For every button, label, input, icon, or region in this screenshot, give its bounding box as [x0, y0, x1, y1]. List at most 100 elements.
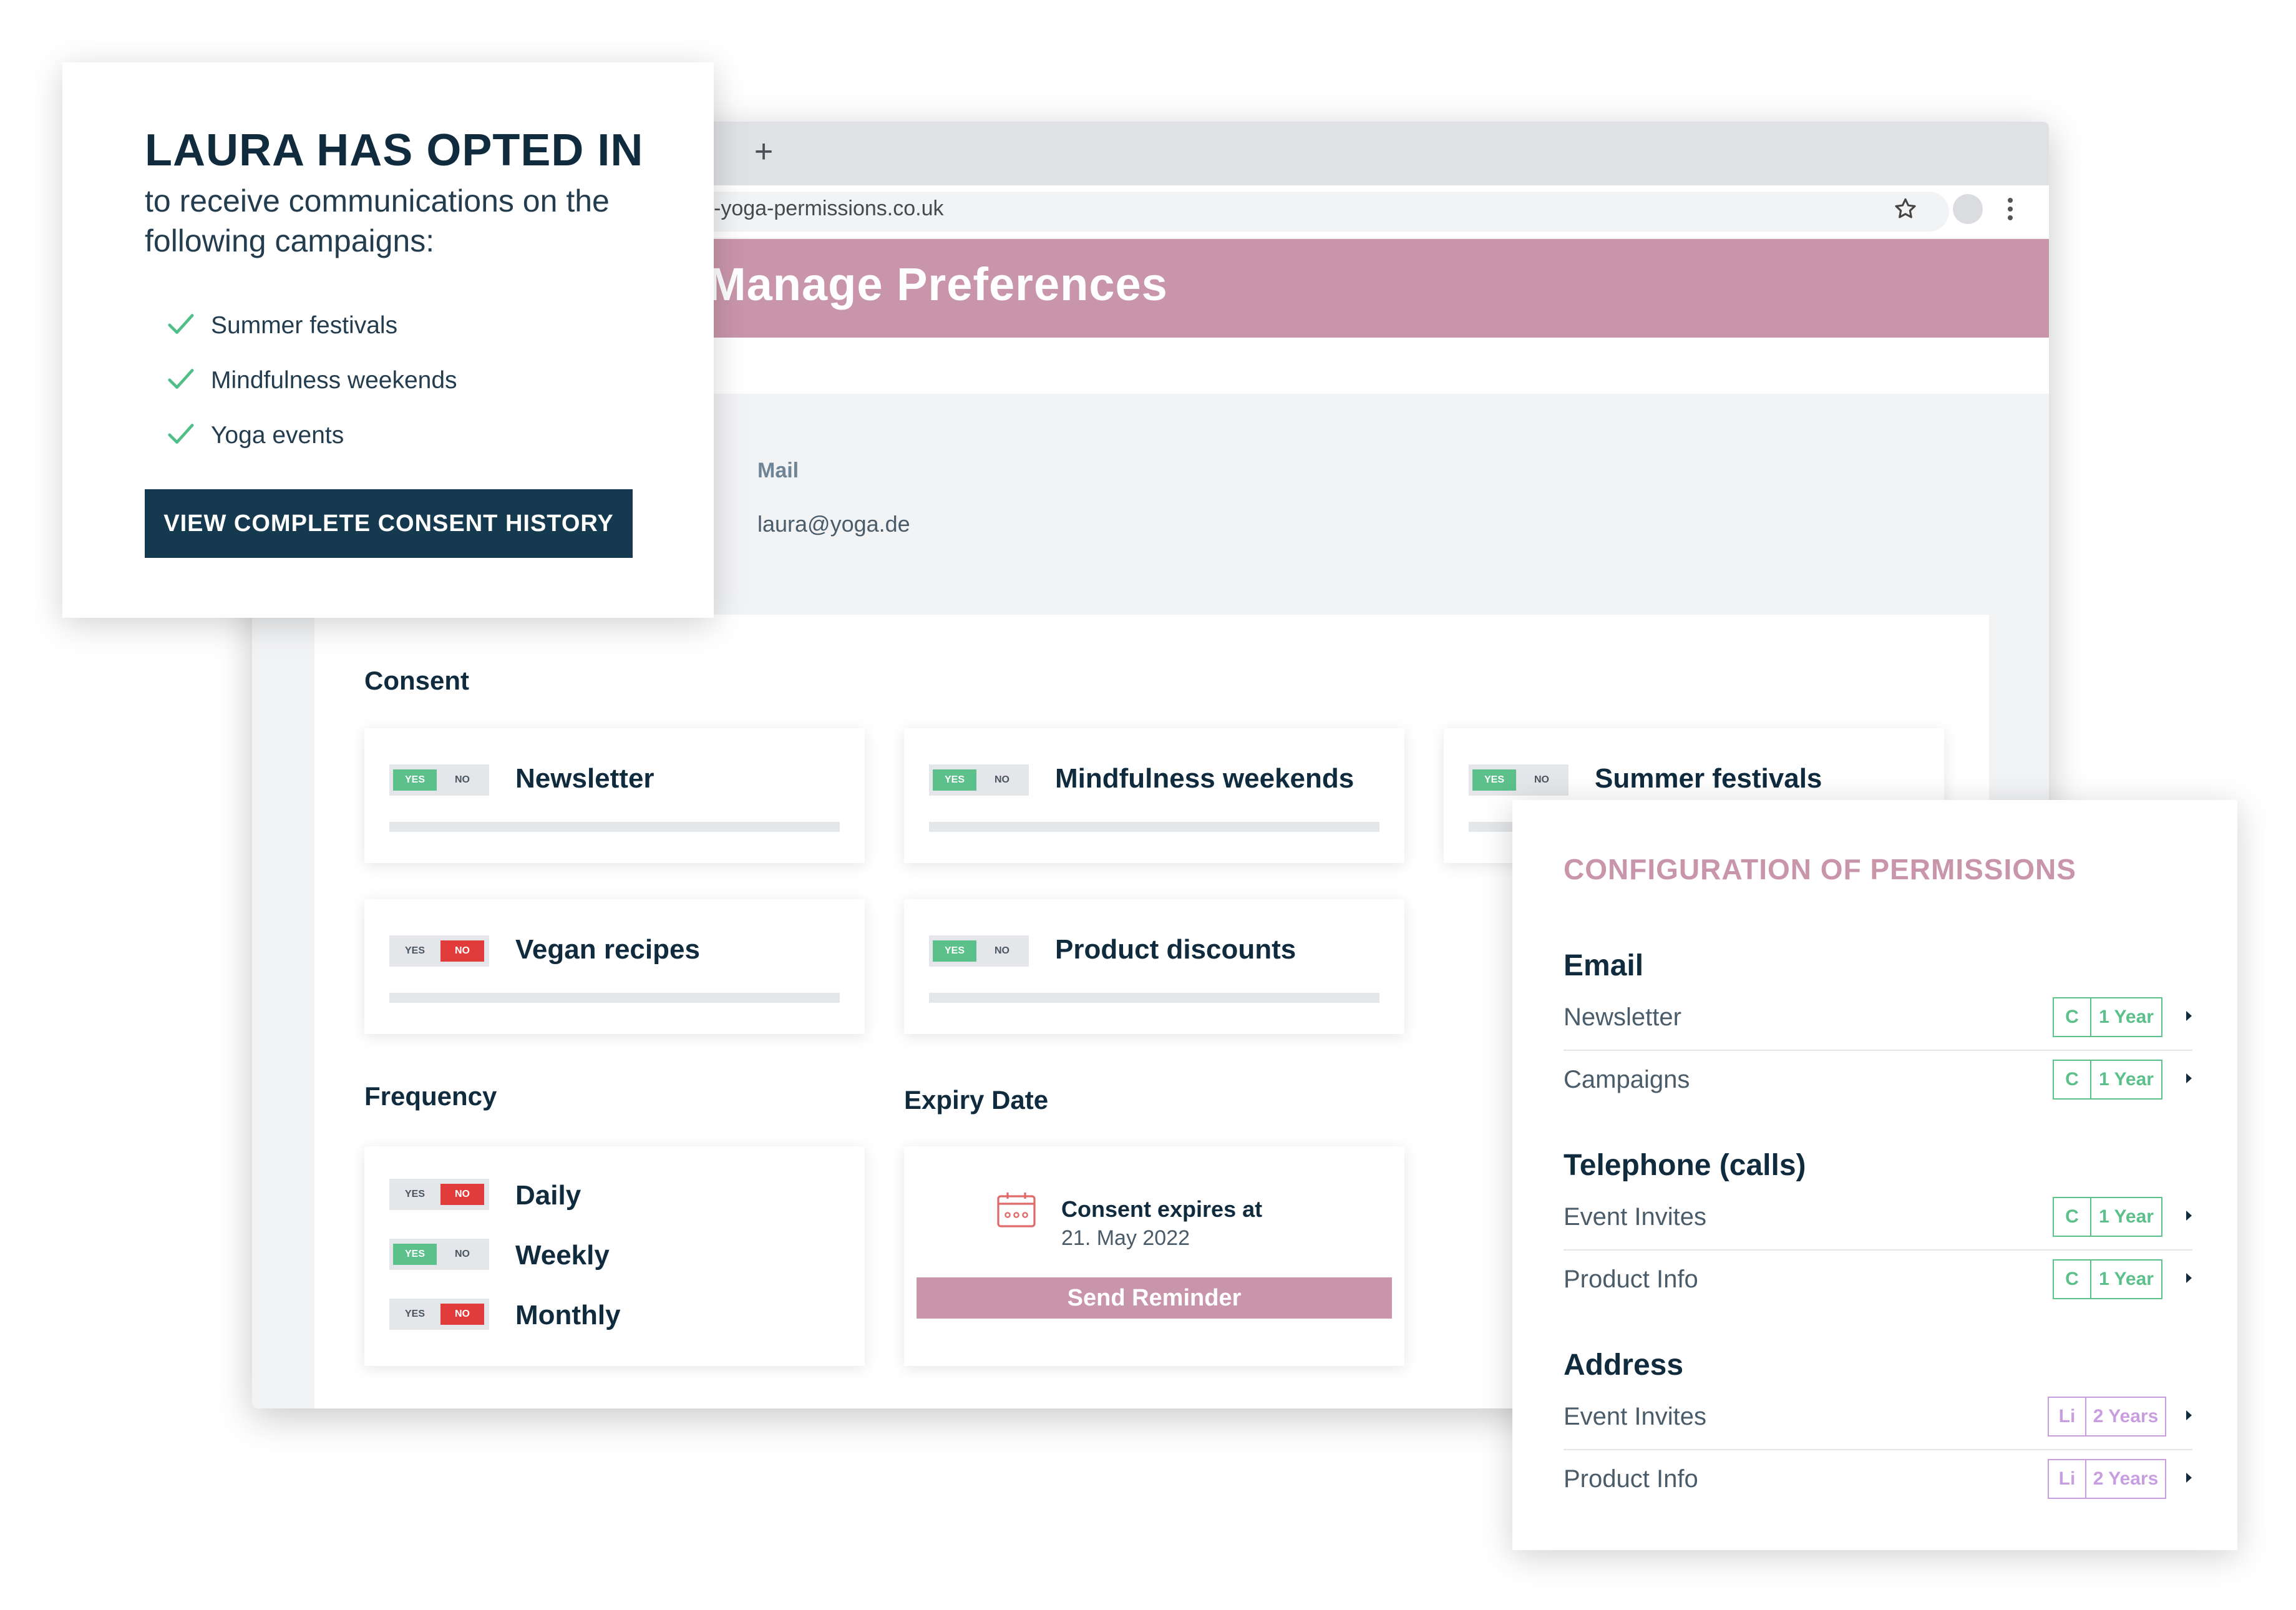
- permission-label: Event Invites: [1564, 1403, 1707, 1430]
- permission-row[interactable]: Event Invites Li 2 Years: [1564, 1387, 2192, 1450]
- consent-bar: [389, 993, 840, 1003]
- toggle-yes[interactable]: YES: [933, 940, 976, 962]
- consent-toggle[interactable]: YES NO: [929, 764, 1029, 796]
- badge-code: Li: [2049, 1460, 2086, 1498]
- consent-bar: [929, 822, 1379, 832]
- toggle-yes[interactable]: YES: [393, 1304, 437, 1325]
- frequency-card: YES NO Daily YES NO Weekly YES NO Monthl…: [364, 1146, 865, 1366]
- permission-badge: Li 2 Years: [2048, 1397, 2166, 1437]
- consent-card-newsletter: YES NO Newsletter: [364, 728, 865, 863]
- frequency-row-daily: YES NO Daily: [364, 1179, 865, 1216]
- opted-in-item-label: Summer festivals: [211, 312, 398, 339]
- badge-code: C: [2054, 998, 2091, 1036]
- expand-arrow-icon[interactable]: [2186, 1011, 2192, 1021]
- permission-badge: C 1 Year: [2053, 997, 2162, 1037]
- permission-label: Campaigns: [1564, 1066, 1690, 1093]
- expiry-date: 21. May 2022: [1061, 1226, 1190, 1250]
- expand-arrow-icon[interactable]: [2186, 1410, 2192, 1420]
- profile-avatar-icon[interactable]: [1953, 194, 1983, 224]
- consent-heading: Consent: [364, 666, 469, 695]
- mail-value: laura@yoga.de: [757, 511, 910, 537]
- consent-bar: [389, 822, 840, 832]
- opted-in-subtitle: to receive communications on the followi…: [145, 183, 610, 258]
- permissions-title: CONFIGURATION OF PERMISSIONS: [1564, 853, 2076, 886]
- consent-toggle[interactable]: YES NO: [1469, 764, 1569, 796]
- send-reminder-button[interactable]: Send Reminder: [917, 1277, 1392, 1319]
- frequency-label: Daily: [515, 1180, 581, 1211]
- view-consent-history-button[interactable]: VIEW COMPLETE CONSENT HISTORY: [145, 489, 633, 558]
- toggle-no[interactable]: NO: [440, 1304, 484, 1325]
- opted-in-title: LAURA HAS OPTED IN: [145, 125, 644, 175]
- consent-toggle[interactable]: YES NO: [929, 935, 1029, 967]
- consent-toggle[interactable]: YES NO: [389, 764, 489, 796]
- consent-label: Product discounts: [1055, 934, 1296, 965]
- consent-card-mindfulness: YES NO Mindfulness weekends: [904, 728, 1404, 863]
- page-title: Manage Preferences: [708, 258, 1168, 310]
- opted-in-card: LAURA HAS OPTED IN to receive communicat…: [62, 62, 714, 618]
- permission-badge: C 1 Year: [2053, 1197, 2162, 1237]
- calendar-icon: [997, 1193, 1036, 1227]
- opted-in-item-label: Yoga events: [211, 422, 344, 449]
- toggle-no[interactable]: NO: [440, 1184, 484, 1205]
- new-tab-button[interactable]: +: [745, 133, 782, 170]
- expand-arrow-icon[interactable]: [2186, 1273, 2192, 1283]
- permission-row[interactable]: Newsletter C 1 Year: [1564, 987, 2192, 1051]
- badge-duration: 1 Year: [2099, 1069, 2154, 1090]
- consent-label: Newsletter: [515, 763, 654, 794]
- toggle-yes[interactable]: YES: [393, 940, 437, 962]
- badge-duration: 1 Year: [2099, 1206, 2154, 1227]
- badge-code: C: [2054, 1061, 2091, 1098]
- toggle-no[interactable]: NO: [440, 769, 484, 791]
- more-menu-icon[interactable]: [2003, 194, 2018, 227]
- permission-label: Product Info: [1564, 1465, 1698, 1493]
- frequency-toggle[interactable]: YES NO: [389, 1239, 489, 1270]
- consent-label: Vegan recipes: [515, 934, 700, 965]
- toggle-yes[interactable]: YES: [393, 1244, 437, 1265]
- frequency-heading: Frequency: [364, 1081, 497, 1111]
- toggle-yes[interactable]: YES: [393, 769, 437, 791]
- toggle-yes[interactable]: YES: [393, 1184, 437, 1205]
- badge-code: C: [2054, 1198, 2091, 1236]
- expiry-title: Consent expires at: [1061, 1196, 1263, 1222]
- permission-row[interactable]: Event Invites C 1 Year: [1564, 1187, 2192, 1251]
- frequency-row-weekly: YES NO Weekly: [364, 1239, 865, 1276]
- permission-group-email: Email: [1564, 949, 1644, 982]
- consent-card-vegan-recipes: YES NO Vegan recipes: [364, 899, 865, 1034]
- opted-in-item-label: Mindfulness weekends: [211, 367, 457, 394]
- badge-duration: 2 Years: [2093, 1468, 2159, 1489]
- permission-row[interactable]: Product Info C 1 Year: [1564, 1249, 2192, 1312]
- frequency-label: Monthly: [515, 1300, 621, 1330]
- bookmark-star-icon[interactable]: [1892, 195, 1919, 223]
- check-icon: [168, 314, 194, 334]
- permission-group-address: Address: [1564, 1349, 1684, 1382]
- frequency-toggle[interactable]: YES NO: [389, 1179, 489, 1210]
- toggle-yes[interactable]: YES: [933, 769, 976, 791]
- consent-bar: [929, 993, 1379, 1003]
- permission-badge: Li 2 Years: [2048, 1459, 2166, 1499]
- toggle-no[interactable]: NO: [980, 769, 1024, 791]
- mail-label: Mail: [757, 459, 799, 482]
- permission-badge: C 1 Year: [2053, 1060, 2162, 1100]
- toggle-no[interactable]: NO: [980, 940, 1024, 962]
- toggle-no[interactable]: NO: [1520, 769, 1564, 791]
- consent-toggle[interactable]: YES NO: [389, 935, 489, 967]
- badge-duration: 2 Years: [2093, 1406, 2159, 1427]
- badge-duration: 1 Year: [2099, 1269, 2154, 1289]
- consent-label: Mindfulness weekends: [1055, 763, 1355, 794]
- expiry-heading: Expiry Date: [904, 1085, 1049, 1115]
- toggle-no[interactable]: NO: [440, 1244, 484, 1265]
- expand-arrow-icon[interactable]: [2186, 1473, 2192, 1483]
- expand-arrow-icon[interactable]: [2186, 1211, 2192, 1221]
- frequency-toggle[interactable]: YES NO: [389, 1299, 489, 1330]
- permission-badge: C 1 Year: [2053, 1259, 2162, 1299]
- permission-row[interactable]: Campaigns C 1 Year: [1564, 1050, 2192, 1112]
- expand-arrow-icon[interactable]: [2186, 1073, 2192, 1083]
- permissions-card: CONFIGURATION OF PERMISSIONS Email Newsl…: [1512, 800, 2237, 1550]
- url-text: -yoga-permissions.co.uk: [714, 197, 944, 220]
- frequency-label: Weekly: [515, 1240, 610, 1271]
- permission-row[interactable]: Product Info Li 2 Years: [1564, 1449, 2192, 1511]
- check-icon: [168, 369, 194, 389]
- permission-label: Product Info: [1564, 1266, 1698, 1293]
- toggle-yes[interactable]: YES: [1472, 769, 1516, 791]
- toggle-no[interactable]: NO: [440, 940, 484, 962]
